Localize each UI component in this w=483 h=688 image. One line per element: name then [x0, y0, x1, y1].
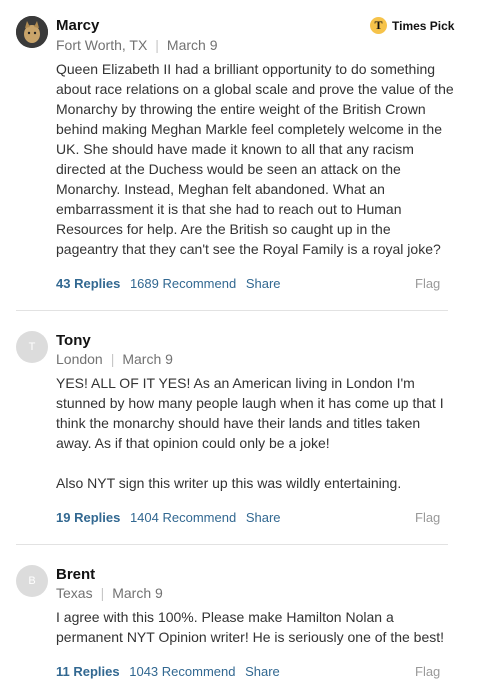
commenter-name[interactable]: Brent: [56, 566, 95, 583]
divider: [16, 544, 448, 545]
commenter-location: Fort Worth, TX: [56, 37, 148, 53]
comment-actions: 43 Replies 1689 Recommend Share: [56, 276, 287, 291]
comment-actions: 19 Replies 1404 Recommend Share: [56, 510, 287, 525]
comment-body: I agree with this 100%. Please make Hami…: [56, 609, 445, 645]
replies-button[interactable]: 19 Replies: [56, 510, 120, 525]
recommend-button[interactable]: 1689 Recommend: [130, 276, 236, 291]
times-pick-text: Times Pick: [392, 18, 455, 33]
share-button[interactable]: Share: [246, 276, 281, 291]
recommend-button[interactable]: 1404 Recommend: [130, 510, 236, 525]
recommend-button[interactable]: 1043 Recommend: [129, 664, 235, 679]
times-pick-label: T Times Pick: [370, 17, 454, 34]
commenter-location: London: [56, 351, 103, 367]
comment-meta: Texas | March 9: [56, 585, 163, 601]
avatar: B: [16, 565, 48, 597]
comment-actions: 11 Replies 1043 Recommend Share: [56, 664, 286, 679]
comment-date: March 9: [166, 37, 218, 53]
avatar-initial: T: [28, 341, 36, 353]
avatar: T: [16, 331, 48, 363]
flag-button[interactable]: Flag: [415, 664, 440, 679]
commenter-name[interactable]: Tony: [56, 332, 91, 349]
avatar-initial: B: [28, 575, 36, 587]
avatar: [16, 16, 48, 48]
share-button[interactable]: Share: [245, 664, 280, 679]
avatar-photo-icon: [16, 16, 48, 48]
comment-date: March 9: [122, 351, 173, 367]
comment-body: Queen Elizabeth II had a brilliant oppor…: [56, 61, 454, 257]
comment-body: YES! ALL OF IT YES! As an American livin…: [56, 375, 444, 491]
comment-meta: Fort Worth, TX | March 9: [56, 37, 218, 53]
comment-meta: London | March 9: [56, 351, 173, 367]
replies-button[interactable]: 43 Replies: [56, 276, 120, 291]
flag-button[interactable]: Flag: [415, 510, 440, 525]
commenter-location: Texas: [56, 585, 93, 601]
comment-date: March 9: [112, 585, 163, 601]
share-button[interactable]: Share: [246, 510, 281, 525]
commenter-name[interactable]: Marcy: [56, 17, 99, 34]
replies-button[interactable]: 11 Replies: [56, 664, 120, 679]
divider: [16, 310, 448, 311]
flag-button[interactable]: Flag: [415, 276, 440, 291]
times-pick-icon: T: [370, 17, 387, 34]
